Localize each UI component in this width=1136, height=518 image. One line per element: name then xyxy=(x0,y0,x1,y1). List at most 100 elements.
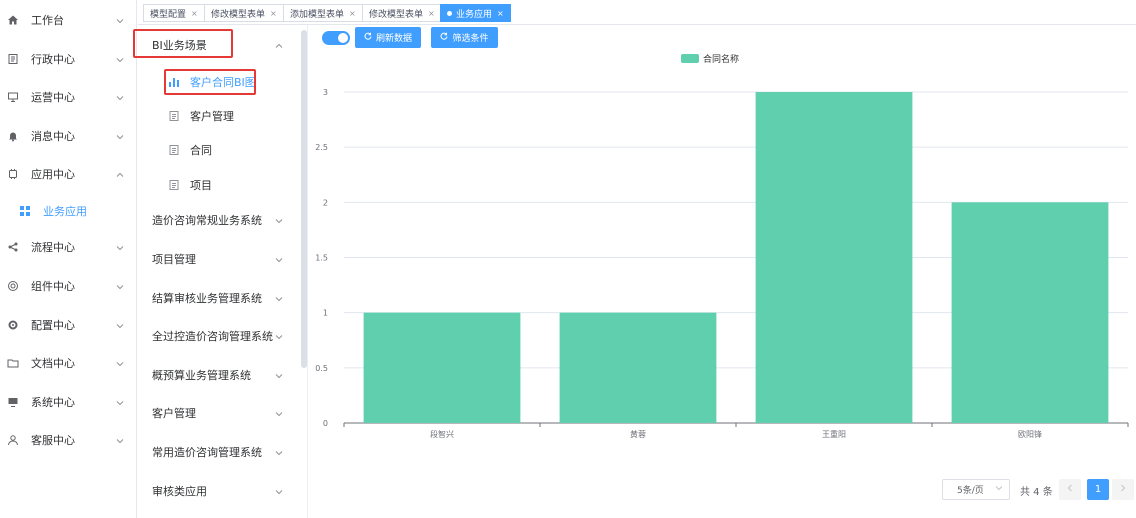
y-tick-label: 2.5 xyxy=(315,143,328,152)
tab-edit-model-form[interactable]: 修改模型表单 × xyxy=(204,4,284,22)
bar[interactable] xyxy=(951,202,1109,423)
tab-label: 模型配置 xyxy=(150,9,187,20)
y-tick-label: 1.5 xyxy=(315,254,328,263)
page-number-button[interactable]: 1 xyxy=(1087,479,1109,500)
chevron-down-icon xyxy=(275,293,283,306)
menu-group-audit-apps[interactable]: 审核类应用 xyxy=(138,472,298,510)
close-icon[interactable]: × xyxy=(191,9,198,18)
sidebar-item-workbench[interactable]: 工作台 xyxy=(0,1,137,39)
sidebar-item-service[interactable]: 客服中心 xyxy=(0,421,137,459)
toggle-knob xyxy=(338,33,348,43)
share-icon xyxy=(7,241,19,253)
bar[interactable] xyxy=(755,92,913,423)
tab-business-apps[interactable]: 业务应用 × xyxy=(440,4,511,22)
view-toggle-switch[interactable] xyxy=(322,31,350,45)
menu-item-customer-contract-bi[interactable]: 客户合同BI图 xyxy=(168,71,256,93)
sidebar-item-label: 流程中心 xyxy=(31,241,75,254)
menu-group-settlement-audit[interactable]: 结算审核业务管理系统 xyxy=(138,279,298,317)
close-icon[interactable]: × xyxy=(270,9,277,18)
menu-group-full-process[interactable]: 全过控造价咨询管理系统 xyxy=(138,317,298,355)
x-tick-label: 黄蓉 xyxy=(630,429,646,439)
panel-scrollbar[interactable] xyxy=(301,30,307,368)
sidebar-item-label: 系统中心 xyxy=(31,396,75,409)
x-tick-label: 王重阳 xyxy=(822,429,846,439)
menu-group-label: 审核类应用 xyxy=(152,485,207,498)
refresh-icon xyxy=(440,32,448,43)
grid-icon xyxy=(19,205,31,217)
legend-label[interactable]: 合同名称 xyxy=(703,53,739,65)
active-dot-icon xyxy=(447,10,452,16)
menu-group-label: 造价咨询常规业务系统 xyxy=(152,214,262,227)
chevron-down-icon xyxy=(275,486,283,499)
menu-group-project-mgmt[interactable]: 项目管理 xyxy=(138,240,298,278)
tab-model-config[interactable]: 模型配置 × xyxy=(143,4,205,22)
total-count: 共 4 条 xyxy=(1020,487,1053,498)
menu-group-label: BI业务场景 xyxy=(152,39,207,52)
legend-swatch[interactable] xyxy=(681,54,699,63)
user-icon xyxy=(7,434,19,446)
sidebar-item-docs[interactable]: 文档中心 xyxy=(0,344,137,382)
bar[interactable] xyxy=(363,312,521,423)
sidebar-item-label: 应用中心 xyxy=(31,168,75,181)
sidebar-item-config[interactable]: 配置中心 xyxy=(0,306,137,344)
menu-group-common-cost[interactable]: 常用造价咨询管理系统 xyxy=(138,433,298,471)
next-page-button[interactable] xyxy=(1112,479,1134,500)
menu-group-bi-scenes[interactable]: BI业务场景 xyxy=(138,26,298,64)
file-icon xyxy=(168,144,180,156)
chevron-down-icon xyxy=(116,397,124,410)
menu-group-label: 常用造价咨询管理系统 xyxy=(152,446,262,459)
menu-group-cost-consulting[interactable]: 造价咨询常规业务系统 xyxy=(138,201,298,239)
sidebar-item-operations[interactable]: 运营中心 xyxy=(0,78,137,116)
menu-group-budget[interactable]: 概预算业务管理系统 xyxy=(138,356,298,394)
close-icon[interactable]: × xyxy=(497,9,504,18)
sidebar-item-components[interactable]: 组件中心 xyxy=(0,267,137,305)
menu-group-label: 结算审核业务管理系统 xyxy=(152,292,262,305)
sidebar-item-business-apps[interactable]: 业务应用 xyxy=(0,192,137,230)
bar-chart: 合同名称 0 0.5 1 1.5 2 2.5 3 段智兴 黄蓉 王重阳 欧阳锋 xyxy=(308,50,1136,450)
chevron-left-icon xyxy=(1066,484,1074,495)
chevron-down-icon xyxy=(275,408,283,421)
main-sidebar: 工作台 行政中心 运营中心 消息中心 应用中心 业务应用 流程中心 组件中心 配… xyxy=(0,0,137,518)
menu-group-label: 概预算业务管理系统 xyxy=(152,369,251,382)
menu-item-contract[interactable]: 合同 xyxy=(168,139,212,161)
sidebar-item-admin[interactable]: 行政中心 xyxy=(0,40,137,78)
close-icon[interactable]: × xyxy=(349,9,356,18)
chevron-down-icon xyxy=(275,370,283,383)
close-icon[interactable]: × xyxy=(428,9,435,18)
menu-group-customer-mgmt[interactable]: 客户管理 xyxy=(138,394,298,432)
page-size-select[interactable]: 5条/页 xyxy=(942,479,1010,500)
sidebar-item-messages[interactable]: 消息中心 xyxy=(0,117,137,155)
chevron-down-icon xyxy=(116,54,124,67)
menu-item-label: 客户管理 xyxy=(190,110,234,123)
chevron-down-icon xyxy=(116,281,124,294)
y-tick-label: 1 xyxy=(323,309,328,318)
sidebar-item-apps[interactable]: 应用中心 xyxy=(0,155,137,193)
bar[interactable] xyxy=(559,312,717,423)
chevron-down-icon xyxy=(116,92,124,105)
refresh-icon xyxy=(364,32,372,43)
menu-item-project[interactable]: 项目 xyxy=(168,174,212,196)
sidebar-item-label: 配置中心 xyxy=(31,319,75,332)
tab-edit-model-form-2[interactable]: 修改模型表单 × xyxy=(362,4,442,22)
menu-item-customer-mgmt[interactable]: 客户管理 xyxy=(168,105,234,127)
prev-page-button[interactable] xyxy=(1059,479,1081,500)
y-tick-label: 0.5 xyxy=(315,364,328,373)
tab-add-model-form[interactable]: 添加模型表单 × xyxy=(283,4,363,22)
chevron-down-icon xyxy=(275,331,283,344)
bar-chart-icon xyxy=(168,76,180,88)
refresh-data-button[interactable]: 刷新数据 xyxy=(355,27,421,48)
sidebar-item-label: 行政中心 xyxy=(31,53,75,66)
sidebar-item-workflow[interactable]: 流程中心 xyxy=(0,228,137,266)
sidebar-item-label: 组件中心 xyxy=(31,280,75,293)
filter-label: 筛选条件 xyxy=(452,34,489,44)
chevron-down-icon xyxy=(116,435,124,448)
tab-label: 添加模型表单 xyxy=(290,9,345,20)
y-tick-label: 0 xyxy=(323,419,328,428)
presentation-icon xyxy=(7,91,19,103)
monitor-icon xyxy=(7,396,19,408)
sidebar-item-system[interactable]: 系统中心 xyxy=(0,383,137,421)
filter-conditions-button[interactable]: 筛选条件 xyxy=(431,27,498,48)
component-icon xyxy=(7,280,19,292)
app-menu-panel: BI业务场景 客户合同BI图 客户管理 合同 项目 造价咨询常规业务系统 项目管… xyxy=(138,25,308,518)
sidebar-item-label: 客服中心 xyxy=(31,434,75,447)
